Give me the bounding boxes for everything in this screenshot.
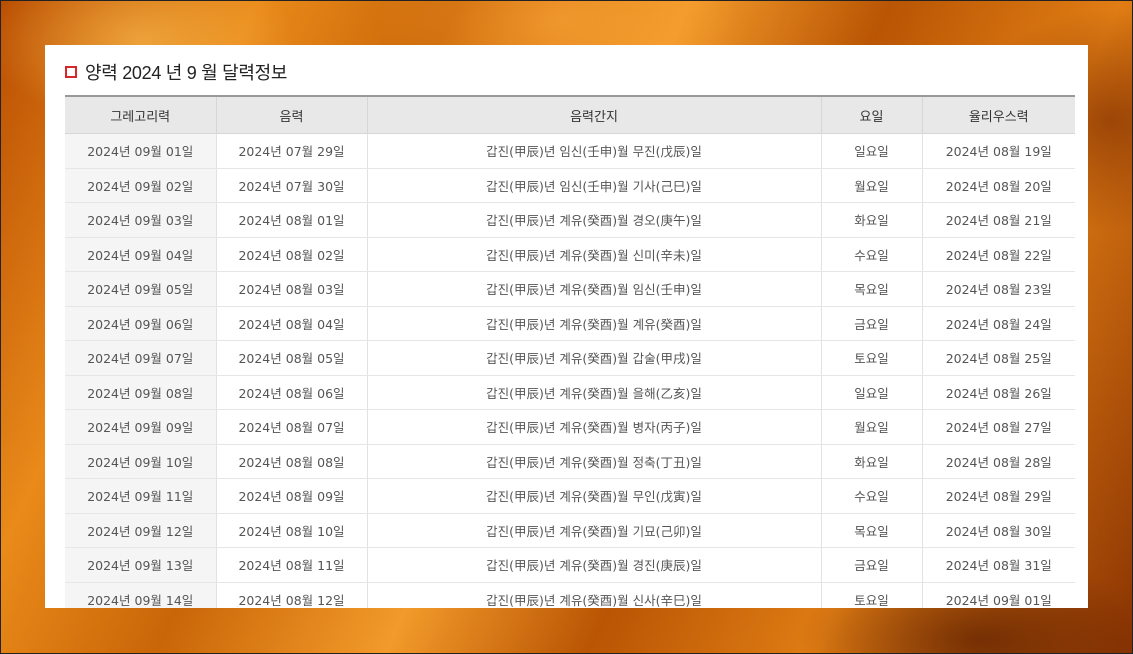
cell-weekday: 일요일 <box>821 375 923 410</box>
cell-weekday: 화요일 <box>821 444 923 479</box>
column-header-lunar-ganzhi: 음력간지 <box>367 95 822 134</box>
column-header-julian: 율리우스력 <box>922 95 1075 134</box>
cell-gregorian: 2024년 09월 03일 <box>65 202 217 238</box>
cell-weekday: 월요일 <box>821 168 923 203</box>
cell-lunar: 2024년 08월 08일 <box>216 444 368 479</box>
table-row: 2024년 09월 11일 2024년 08월 09일 갑진(甲辰)년 계유(癸酉)… <box>65 478 1075 514</box>
cell-gregorian: 2024년 09월 11일 <box>65 478 217 514</box>
cell-gregorian: 2024년 09월 13일 <box>65 547 217 583</box>
cell-julian: 2024년 08월 29일 <box>922 478 1075 514</box>
cell-lunar: 2024년 08월 12일 <box>216 582 368 608</box>
column-header-gregorian: 그레고리력 <box>65 95 217 134</box>
cell-lunar-ganzhi: 갑진(甲辰)년 임신(壬申)월 무진(戊辰)일 <box>367 133 822 169</box>
cell-lunar-ganzhi: 갑진(甲辰)년 계유(癸酉)월 임신(壬申)일 <box>367 271 822 307</box>
table-row: 2024년 09월 14일 2024년 08월 12일 갑진(甲辰)년 계유(癸酉)… <box>65 582 1075 608</box>
cell-lunar-ganzhi: 갑진(甲辰)년 임신(壬申)월 기사(己巳)일 <box>367 168 822 203</box>
cell-gregorian: 2024년 09월 05일 <box>65 271 217 307</box>
cell-lunar-ganzhi: 갑진(甲辰)년 계유(癸酉)월 기묘(己卯)일 <box>367 513 822 548</box>
cell-julian: 2024년 09월 01일 <box>922 582 1075 608</box>
cell-weekday: 토요일 <box>821 582 923 608</box>
cell-julian: 2024년 08월 24일 <box>922 306 1075 341</box>
cell-julian: 2024년 08월 22일 <box>922 237 1075 272</box>
cell-weekday: 화요일 <box>821 202 923 238</box>
cell-julian: 2024년 08월 28일 <box>922 444 1075 479</box>
cell-lunar-ganzhi: 갑진(甲辰)년 계유(癸酉)월 무인(戊寅)일 <box>367 478 822 514</box>
table-row: 2024년 09월 12일 2024년 08월 10일 갑진(甲辰)년 계유(癸酉)… <box>65 513 1075 548</box>
calendar-table: 그레고리력 음력 음력간지 요일 율리우스력 2024년 09월 01일 2024… <box>65 95 1075 608</box>
cell-weekday: 금요일 <box>821 306 923 341</box>
cell-gregorian: 2024년 09월 09일 <box>65 409 217 445</box>
cell-julian: 2024년 08월 26일 <box>922 375 1075 410</box>
table-row: 2024년 09월 08일 2024년 08월 06일 갑진(甲辰)년 계유(癸酉)… <box>65 375 1075 410</box>
cell-weekday: 금요일 <box>821 547 923 583</box>
cell-gregorian: 2024년 09월 08일 <box>65 375 217 410</box>
cell-lunar: 2024년 08월 11일 <box>216 547 368 583</box>
cell-julian: 2024년 08월 19일 <box>922 133 1075 169</box>
cell-gregorian: 2024년 09월 14일 <box>65 582 217 608</box>
cell-lunar: 2024년 08월 04일 <box>216 306 368 341</box>
cell-weekday: 토요일 <box>821 340 923 376</box>
cell-gregorian: 2024년 09월 06일 <box>65 306 217 341</box>
cell-gregorian: 2024년 09월 12일 <box>65 513 217 548</box>
table-row: 2024년 09월 03일 2024년 08월 01일 갑진(甲辰)년 계유(癸酉)… <box>65 202 1075 238</box>
cell-julian: 2024년 08월 21일 <box>922 202 1075 238</box>
cell-weekday: 월요일 <box>821 409 923 445</box>
cell-weekday: 목요일 <box>821 513 923 548</box>
cell-gregorian: 2024년 09월 01일 <box>65 133 217 169</box>
cell-weekday: 일요일 <box>821 133 923 169</box>
cell-lunar-ganzhi: 갑진(甲辰)년 계유(癸酉)월 신미(辛未)일 <box>367 237 822 272</box>
cell-lunar-ganzhi: 갑진(甲辰)년 계유(癸酉)월 병자(丙子)일 <box>367 409 822 445</box>
table-row: 2024년 09월 07일 2024년 08월 05일 갑진(甲辰)년 계유(癸酉)… <box>65 340 1075 376</box>
table-row: 2024년 09월 05일 2024년 08월 03일 갑진(甲辰)년 계유(癸酉)… <box>65 271 1075 307</box>
cell-gregorian: 2024년 09월 10일 <box>65 444 217 479</box>
cell-julian: 2024년 08월 25일 <box>922 340 1075 376</box>
cell-weekday: 목요일 <box>821 271 923 307</box>
table-row: 2024년 09월 02일 2024년 07월 30일 갑진(甲辰)년 임신(壬申)… <box>65 168 1075 203</box>
cell-lunar: 2024년 08월 07일 <box>216 409 368 445</box>
cell-lunar: 2024년 08월 06일 <box>216 375 368 410</box>
calendar-panel: 양력 2024 년 9 월 달력정보 그레고리력 음력 음력간지 요일 율리우스… <box>45 45 1088 608</box>
cell-lunar-ganzhi: 갑진(甲辰)년 계유(癸酉)월 정축(丁丑)일 <box>367 444 822 479</box>
cell-lunar-ganzhi: 갑진(甲辰)년 계유(癸酉)월 을해(乙亥)일 <box>367 375 822 410</box>
cell-lunar: 2024년 08월 01일 <box>216 202 368 238</box>
cell-lunar: 2024년 08월 09일 <box>216 478 368 514</box>
cell-julian: 2024년 08월 20일 <box>922 168 1075 203</box>
table-header-row: 그레고리력 음력 음력간지 요일 율리우스력 <box>65 95 1075 134</box>
cell-weekday: 수요일 <box>821 478 923 514</box>
table-row: 2024년 09월 04일 2024년 08월 02일 갑진(甲辰)년 계유(癸酉)… <box>65 237 1075 272</box>
cell-julian: 2024년 08월 23일 <box>922 271 1075 307</box>
cell-gregorian: 2024년 09월 02일 <box>65 168 217 203</box>
table-row: 2024년 09월 09일 2024년 08월 07일 갑진(甲辰)년 계유(癸酉)… <box>65 409 1075 445</box>
cell-gregorian: 2024년 09월 07일 <box>65 340 217 376</box>
column-header-lunar: 음력 <box>216 95 368 134</box>
cell-lunar-ganzhi: 갑진(甲辰)년 계유(癸酉)월 경진(庚辰)일 <box>367 547 822 583</box>
cell-weekday: 수요일 <box>821 237 923 272</box>
cell-lunar-ganzhi: 갑진(甲辰)년 계유(癸酉)월 신사(辛巳)일 <box>367 582 822 608</box>
cell-lunar: 2024년 07월 30일 <box>216 168 368 203</box>
section-header: 양력 2024 년 9 월 달력정보 <box>65 59 287 85</box>
page-title: 양력 2024 년 9 월 달력정보 <box>85 63 288 83</box>
cell-julian: 2024년 08월 30일 <box>922 513 1075 548</box>
cell-lunar-ganzhi: 갑진(甲辰)년 계유(癸酉)월 계유(癸酉)일 <box>367 306 822 341</box>
table-body: 2024년 09월 01일 2024년 07월 29일 갑진(甲辰)년 임신(壬申)… <box>65 133 1075 608</box>
table-row: 2024년 09월 10일 2024년 08월 08일 갑진(甲辰)년 계유(癸酉)… <box>65 444 1075 479</box>
square-bullet-icon <box>65 66 77 78</box>
cell-gregorian: 2024년 09월 04일 <box>65 237 217 272</box>
cell-lunar-ganzhi: 갑진(甲辰)년 계유(癸酉)월 경오(庚午)일 <box>367 202 822 238</box>
cell-julian: 2024년 08월 31일 <box>922 547 1075 583</box>
cell-lunar: 2024년 08월 03일 <box>216 271 368 307</box>
cell-lunar: 2024년 07월 29일 <box>216 133 368 169</box>
cell-lunar: 2024년 08월 10일 <box>216 513 368 548</box>
cell-julian: 2024년 08월 27일 <box>922 409 1075 445</box>
column-header-weekday: 요일 <box>821 95 923 134</box>
table-row: 2024년 09월 13일 2024년 08월 11일 갑진(甲辰)년 계유(癸酉)… <box>65 547 1075 583</box>
cell-lunar-ganzhi: 갑진(甲辰)년 계유(癸酉)월 갑술(甲戌)일 <box>367 340 822 376</box>
table-row: 2024년 09월 06일 2024년 08월 04일 갑진(甲辰)년 계유(癸酉)… <box>65 306 1075 341</box>
cell-lunar: 2024년 08월 02일 <box>216 237 368 272</box>
cell-lunar: 2024년 08월 05일 <box>216 340 368 376</box>
table-row: 2024년 09월 01일 2024년 07월 29일 갑진(甲辰)년 임신(壬申)… <box>65 133 1075 169</box>
